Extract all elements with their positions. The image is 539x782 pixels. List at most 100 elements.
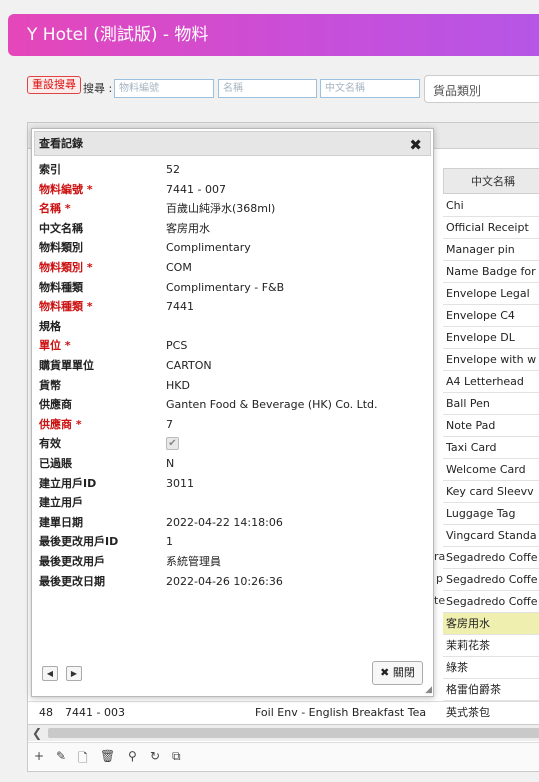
field-label: 貨幣: [39, 378, 61, 392]
page-header: Y Hotel (測試版) - 物料: [8, 14, 539, 56]
table-row-cell[interactable]: Taxi Card: [443, 437, 539, 459]
add-icon[interactable]: +: [34, 749, 44, 763]
table-row-cell[interactable]: 客房用水: [443, 613, 539, 635]
refresh-icon[interactable]: ↻: [150, 749, 160, 763]
view-record-dialog: 查看記錄 ✖ 索引 52 物料編號 * 7441 - 007 名稱 * 百歲山純淨水(36…: [31, 128, 434, 697]
close-x-icon: ✖: [380, 666, 390, 679]
field-value: 52: [166, 163, 180, 176]
record-field: 索引 52: [32, 160, 432, 180]
field-label: 供應商: [39, 398, 72, 412]
table-row-cell[interactable]: Ball Pen: [443, 393, 539, 415]
table-row-cell[interactable]: Segadredo Coffe: [443, 547, 539, 569]
table-row-cell[interactable]: Segadredo Coffe: [443, 569, 539, 591]
record-field: 購貨單單位 CARTON: [32, 356, 432, 376]
edit-icon[interactable]: ✎: [56, 749, 66, 763]
search-input-chinese-name[interactable]: 中文名稱: [320, 79, 420, 98]
field-value: 2022-04-22 14:18:06: [166, 515, 283, 529]
resize-handle-icon[interactable]: ◢: [425, 685, 432, 695]
table-row-cell[interactable]: 格雷伯爵茶: [443, 679, 539, 701]
table-row-cell[interactable]: Luggage Tag: [443, 503, 539, 525]
table-row[interactable]: 48 7441 - 003 Foil Env - English Breakfa…: [28, 701, 539, 723]
field-value: COM: [166, 261, 192, 274]
row-name: Foil Env - English Breakfast Tea: [255, 706, 427, 719]
prev-arrow-icon[interactable]: ◀: [42, 666, 58, 681]
table-row-cell[interactable]: Name Badge for: [443, 261, 539, 283]
record-field: 物料編號 * 7441 - 007: [32, 180, 432, 200]
table-row-cell[interactable]: 茉莉花茶: [443, 635, 539, 657]
delete-icon[interactable]: 🗑: [100, 749, 115, 763]
field-label: 名稱 *: [39, 202, 71, 216]
row-code: 7441 - 003: [65, 706, 125, 719]
field-label: 物料種類 *: [39, 300, 93, 314]
field-value: 7: [166, 417, 173, 431]
field-value: 百歲山純淨水(368ml): [166, 202, 276, 216]
record-field: 貨幣 HKD: [32, 376, 432, 396]
category-select[interactable]: 貨品類別: [424, 75, 539, 103]
field-label: 索引: [39, 163, 61, 176]
table-row-cell[interactable]: Welcome Card: [443, 459, 539, 481]
field-value: PCS: [166, 339, 188, 353]
record-field: 建立用戶: [32, 493, 432, 513]
scroll-left-icon[interactable]: ❮: [32, 725, 42, 742]
table-row-cell[interactable]: Envelope with w: [443, 349, 539, 371]
table-row-cell[interactable]: Chi: [443, 195, 539, 217]
row-index: 48: [39, 706, 53, 719]
view-icon[interactable]: 🗋: [78, 749, 88, 770]
table-row-cell[interactable]: Manager pin: [443, 239, 539, 261]
close-button-label: 關閉: [392, 666, 415, 679]
table-row-cell[interactable]: Key card Sleevv: [443, 481, 539, 503]
field-value: 2022-04-26 10:26:36: [166, 574, 283, 588]
columns-icon[interactable]: ⧉: [172, 749, 181, 764]
table-row-cell[interactable]: Official Receipt: [443, 217, 539, 239]
record-field: 最後更改用戶ID 1: [32, 532, 432, 552]
field-value: 7441: [166, 300, 194, 314]
record-field: 中文名稱 客房用水: [32, 219, 432, 239]
row-chinese-name: 英式茶包: [446, 706, 490, 719]
search-icon[interactable]: ⚲: [128, 749, 137, 763]
search-input-code[interactable]: 物料編號: [114, 79, 214, 98]
record-field: 供應商 * 7: [32, 415, 432, 435]
reset-search-button[interactable]: 重設搜尋: [27, 76, 81, 94]
field-value: Complimentary - F&B: [166, 280, 285, 294]
record-field: 物料種類 * 7441: [32, 297, 432, 317]
search-input-name[interactable]: 名稱: [218, 79, 317, 98]
record-field: 物料類別 * COM: [32, 258, 432, 278]
table-row-cell[interactable]: Envelope DL: [443, 327, 539, 349]
record-field: 最後更改日期 2022-04-26 10:26:36: [32, 572, 432, 592]
table-row-cell[interactable]: Envelope Legal: [443, 283, 539, 305]
table-row-cell[interactable]: 綠茶: [443, 657, 539, 679]
field-label: 建立用戶: [39, 496, 83, 510]
next-arrow-icon[interactable]: ▶: [66, 666, 82, 681]
table-row-cell[interactable]: Note Pad: [443, 415, 539, 437]
close-icon[interactable]: ✖: [409, 133, 422, 157]
record-field: 建單日期 2022-04-22 14:18:06: [32, 513, 432, 533]
dialog-titlebar[interactable]: 查看記錄 ✖: [34, 131, 431, 156]
grid-cell-fragment: p: [436, 572, 443, 585]
field-label: 最後更改用戶: [39, 555, 105, 568]
column-header-chinese-name[interactable]: 中文名稱: [443, 168, 539, 194]
grid-toolbar: + ✎ 🗋 🗑 ⚲ ↻ ⧉: [28, 742, 539, 770]
horizontal-scrollbar[interactable]: ❮: [28, 724, 539, 741]
field-value: 3011: [166, 476, 194, 490]
grid-cell-fragment: ra: [434, 550, 446, 563]
table-row-cell[interactable]: Vingcard Standa: [443, 525, 539, 547]
table-row-cell[interactable]: A4 Letterhead: [443, 371, 539, 393]
record-field: 單位 * PCS: [32, 336, 432, 356]
field-value: 客房用水: [166, 221, 210, 235]
field-value: N: [166, 457, 175, 470]
field-label: 有效: [39, 437, 61, 451]
field-label: 購貨單單位: [39, 359, 94, 372]
table-row-cell[interactable]: Envelope C4: [443, 305, 539, 327]
field-value: 系統管理員: [166, 555, 221, 568]
field-label: 物料編號 *: [39, 182, 93, 196]
field-value: Complimentary: [166, 241, 251, 255]
scroll-thumb[interactable]: [48, 728, 539, 738]
record-field: 建立用戶ID 3011: [32, 474, 432, 494]
table-row-cell[interactable]: Segadredo Coffe: [443, 591, 539, 613]
field-label: 最後更改日期: [39, 574, 105, 588]
field-label: 已過賬: [39, 457, 72, 470]
field-label: 單位 *: [39, 339, 71, 353]
close-button[interactable]: ✖ 關閉: [372, 661, 423, 685]
active-checkbox[interactable]: ✔: [166, 437, 179, 451]
field-label: 供應商 *: [39, 417, 82, 431]
